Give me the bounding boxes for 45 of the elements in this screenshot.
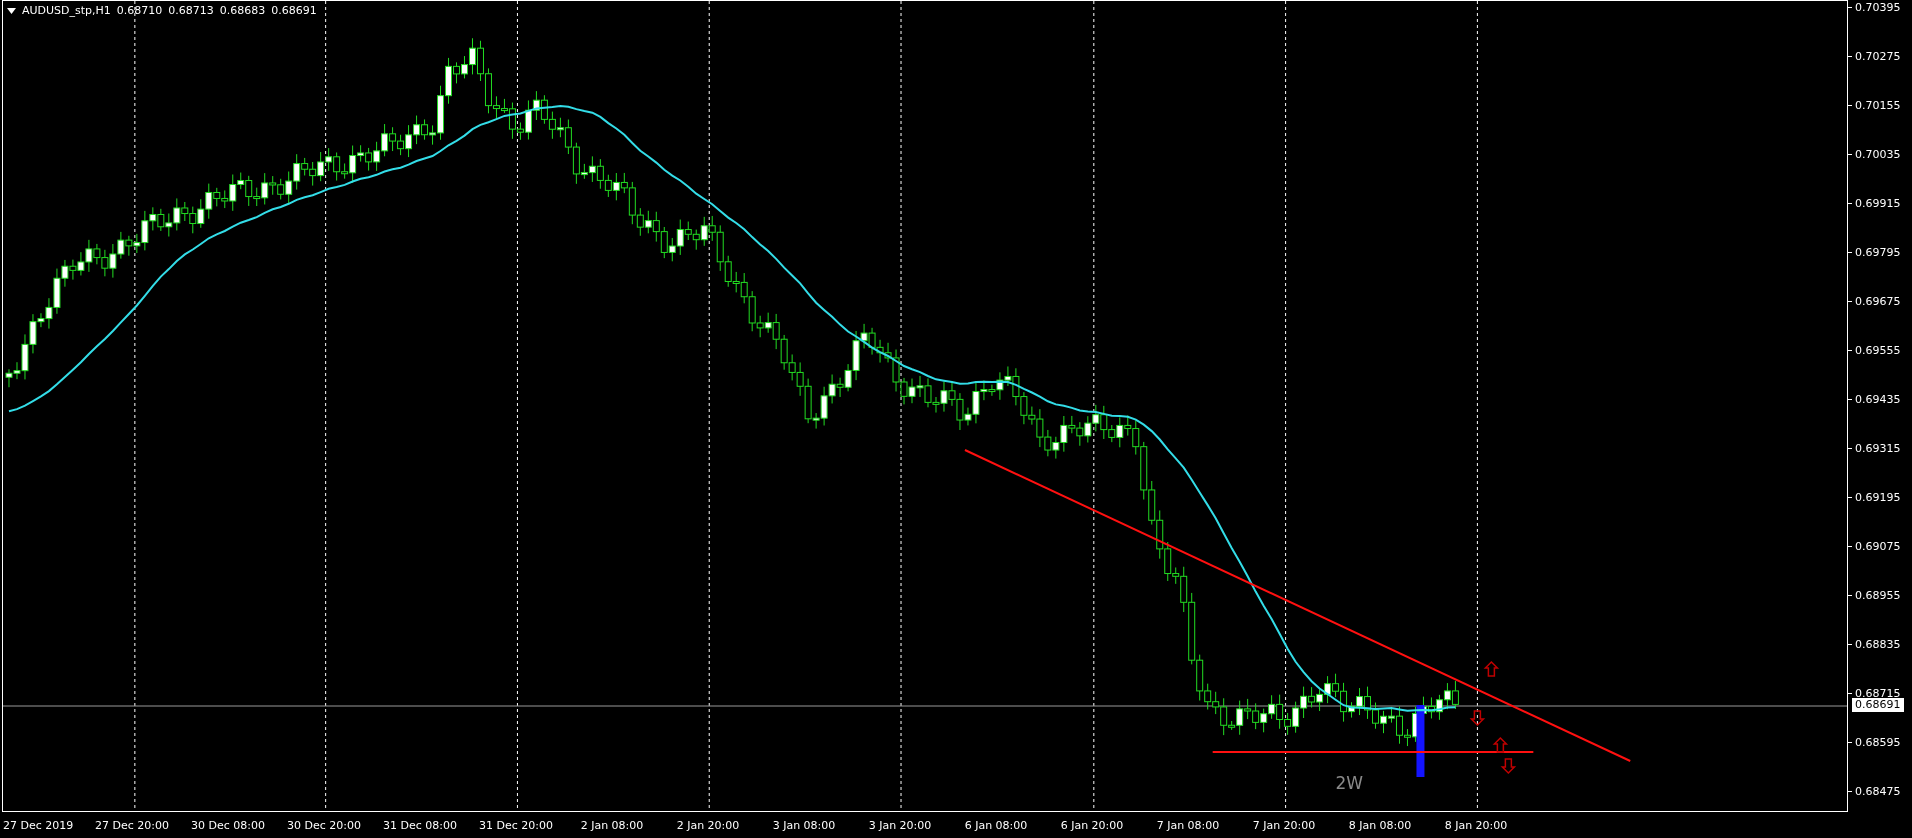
up-arrow-icon: [1483, 660, 1500, 677]
time-axis-label: 31 Dec 08:00: [382, 818, 458, 832]
price-axis-label: 0.68595: [1855, 736, 1901, 749]
down-arrow-icon: [1500, 758, 1517, 775]
price-axis-label: 0.70035: [1855, 148, 1901, 161]
chart-label: 2W: [1335, 773, 1364, 793]
price-axis-label: 0.68475: [1855, 785, 1901, 798]
dropdown-triangle-icon[interactable]: [7, 7, 16, 14]
time-axis-label: 3 Jan 20:00: [867, 818, 933, 832]
time-axis-label: 31 Dec 20:00: [478, 818, 554, 832]
time-axis-label: 8 Jan 08:00: [1347, 818, 1413, 832]
price-axis-label: 0.70395: [1855, 1, 1901, 14]
time-axis-label: 30 Dec 20:00: [286, 818, 362, 832]
time-axis-label: 27 Dec 20:00: [94, 818, 170, 832]
price-axis-label: 0.69435: [1855, 393, 1901, 406]
price-axis-label: 0.68715: [1855, 687, 1901, 700]
time-axis-label: 8 Jan 20:00: [1443, 818, 1509, 832]
time-axis-label: 3 Jan 08:00: [771, 818, 837, 832]
price-axis-label: 0.68835: [1855, 638, 1901, 651]
price-axis-label: 0.69075: [1855, 540, 1901, 553]
time-axis-label: 6 Jan 08:00: [963, 818, 1029, 832]
price-axis-label: 0.69195: [1855, 491, 1901, 504]
time-axis-label: 30 Dec 08:00: [190, 818, 266, 832]
time-axis-label: 7 Jan 08:00: [1155, 818, 1221, 832]
time-axis-label: 2 Jan 20:00: [675, 818, 741, 832]
price-axis-label: 0.69555: [1855, 344, 1901, 357]
up-arrow-icon: [1492, 736, 1509, 753]
time-axis-label: 6 Jan 20:00: [1059, 818, 1125, 832]
price-axis-label: 0.69315: [1855, 442, 1901, 455]
time-axis-label: 7 Jan 20:00: [1251, 818, 1317, 832]
price-axis-label: 0.70155: [1855, 99, 1901, 112]
current-price-tag: 0.68691: [1852, 698, 1904, 712]
price-axis-label: 0.68955: [1855, 589, 1901, 602]
time-axis-label: 2 Jan 08:00: [579, 818, 645, 832]
price-axis-label: 0.69675: [1855, 295, 1901, 308]
down-arrow-icon: [1469, 710, 1486, 727]
price-axis-label: 0.69795: [1855, 246, 1901, 259]
time-axis-label: 27 Dec 2019: [2, 818, 75, 832]
price-axis-label: 0.69915: [1855, 197, 1901, 210]
ohlc-price: 0.68683: [219, 4, 266, 17]
ohlc-price: 0.68713: [168, 4, 214, 17]
price-axis-label: 0.70275: [1855, 50, 1901, 63]
symbol-title: AUDUSD_stp,H1: [22, 4, 111, 17]
ohlc-price: 0.68691: [271, 4, 317, 17]
ohlc-price: 0.68710: [116, 4, 163, 17]
